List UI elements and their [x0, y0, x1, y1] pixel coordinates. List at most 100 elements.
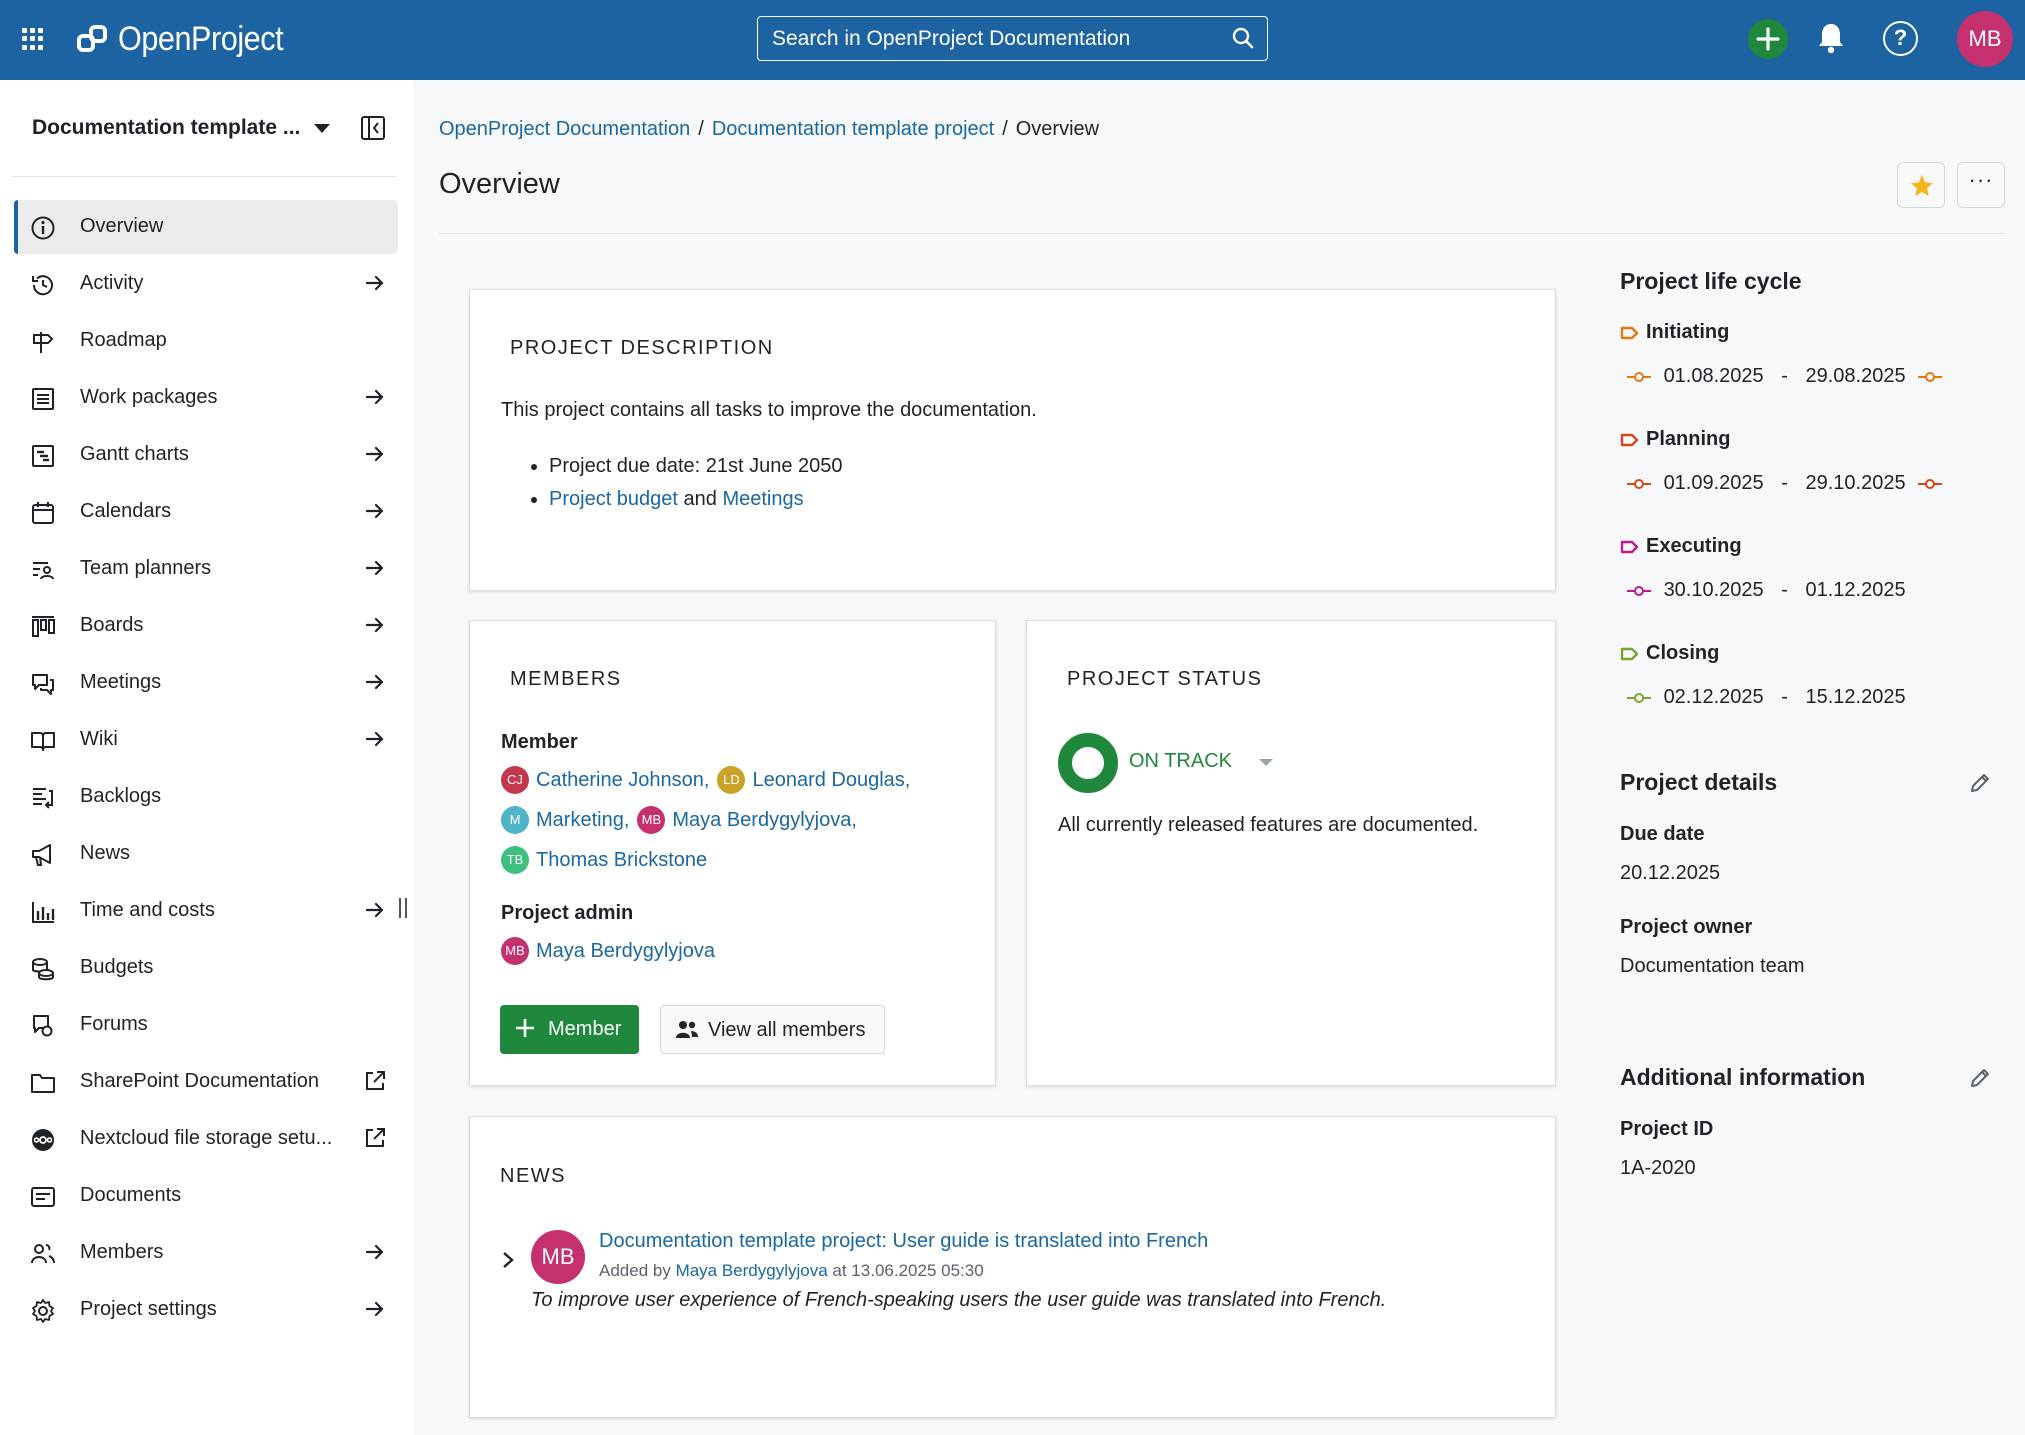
sidebar-item-news[interactable]: News: [14, 827, 398, 881]
favorite-button[interactable]: [1897, 162, 1945, 208]
logo-mark-icon: [77, 25, 107, 52]
phase-name: Planning: [1646, 428, 1731, 450]
sidebar-item-time-and-costs[interactable]: Time and costs: [14, 884, 398, 938]
news-widget: NEWS MB Documentation template project: …: [469, 1116, 1556, 1418]
sidebar-item-label: Wiki: [80, 728, 118, 750]
phase-end: 29.08.2025: [1805, 365, 1906, 387]
project-selector[interactable]: Documentation template ...: [32, 116, 300, 140]
lifecycle-phase: Initiating: [1620, 321, 1729, 344]
chevron-right-icon[interactable]: [500, 1251, 516, 1269]
search-input[interactable]: Search in OpenProject Documentation: [757, 16, 1268, 61]
arrow-right-icon[interactable]: [364, 1298, 386, 1320]
news-title-link[interactable]: Documentation template project: User gui…: [599, 1230, 1208, 1253]
sidebar-item-backlogs[interactable]: Backlogs: [14, 770, 398, 824]
sidebar-item-budgets[interactable]: Budgets: [14, 941, 398, 995]
news-summary: To improve user experience of French-spe…: [531, 1289, 1387, 1311]
sidebar-item-work-packages[interactable]: Work packages: [14, 371, 398, 425]
member-link[interactable]: Catherine Johnson: [536, 769, 704, 792]
sidebar-item-sharepoint[interactable]: SharePoint Documentation: [14, 1055, 398, 1109]
sidebar-item-team-planners[interactable]: Team planners: [14, 542, 398, 596]
sidebar-item-nextcloud[interactable]: Nextcloud file storage setu...: [14, 1112, 398, 1166]
sidebar-item-calendars[interactable]: Calendars: [14, 485, 398, 539]
sidebar-item-documents[interactable]: Documents: [14, 1169, 398, 1223]
status-indicator: [1058, 733, 1118, 793]
openproject-logo[interactable]: OpenProject: [76, 16, 302, 62]
team-planner-icon: [33, 562, 54, 580]
external-link-icon[interactable]: [364, 1127, 386, 1149]
arrow-right-icon[interactable]: [364, 386, 386, 408]
sidebar-item-label: Boards: [80, 614, 144, 636]
avatar: MB: [637, 806, 666, 834]
arrow-right-icon[interactable]: [364, 557, 386, 579]
status-select[interactable]: ON TRACK: [1129, 750, 1232, 773]
avatar: M: [501, 806, 529, 834]
news-headline[interactable]: User guide is translated into French: [893, 1230, 1209, 1252]
arrow-right-icon[interactable]: [364, 899, 386, 921]
arrow-right-icon[interactable]: [364, 614, 386, 636]
news-author-link[interactable]: Maya Berdygylyjova: [676, 1261, 828, 1280]
app-grid-icon[interactable]: [22, 28, 44, 50]
meetings-link[interactable]: Meetings: [722, 488, 803, 510]
user-avatar[interactable]: MB: [1957, 11, 2013, 67]
sidebar-item-label: Nextcloud file storage setu...: [80, 1127, 333, 1149]
project-budget-link[interactable]: Project budget: [549, 488, 678, 510]
sidebar-item-label: Calendars: [80, 500, 172, 522]
edit-additional-icon[interactable]: [1968, 1066, 1992, 1090]
arrow-right-icon[interactable]: [364, 500, 386, 522]
chevron-down-icon[interactable]: [1259, 759, 1273, 766]
member-link[interactable]: Maya Berdygylyjova: [672, 809, 851, 832]
phase-dates: 30.10.2025 - 01.12.2025: [1626, 579, 1906, 602]
sidebar-collapse-icon[interactable]: [360, 115, 386, 141]
avatar: CJ: [501, 766, 529, 794]
sidebar-item-activity[interactable]: Activity: [14, 257, 398, 311]
sidebar-item-roadmap[interactable]: Roadmap: [14, 314, 398, 368]
bell-icon[interactable]: [1816, 21, 1846, 55]
arrow-right-icon[interactable]: [364, 443, 386, 465]
breadcrumb-current: Overview: [1015, 118, 1100, 140]
chevron-down-icon[interactable]: [314, 124, 330, 133]
add-member-label: Member: [548, 1018, 622, 1040]
additional-info-heading: Additional information: [1620, 1064, 1866, 1090]
sidebar-resize-handle[interactable]: [399, 898, 407, 918]
project-id-value: 1A-2020: [1620, 1157, 1696, 1179]
sidebar-item-gantt-charts[interactable]: Gantt charts: [14, 428, 398, 482]
calendar-icon: [32, 502, 54, 524]
breadcrumb-link-project[interactable]: Documentation template project: [712, 118, 994, 140]
sidebar-item-forums[interactable]: Forums: [14, 998, 398, 1052]
member-link[interactable]: Thomas Brickstone: [536, 849, 707, 872]
arrow-right-icon[interactable]: [364, 1241, 386, 1263]
widget-title: MEMBERS: [510, 668, 622, 690]
gate-icon: [1918, 371, 1943, 382]
forum-icon: [33, 1015, 53, 1037]
sidebar-item-boards[interactable]: Boards: [14, 599, 398, 653]
member-list-row: TB Thomas Brickstone: [501, 846, 707, 874]
sidebar-item-wiki[interactable]: Wiki: [14, 713, 398, 767]
search-icon[interactable]: [1231, 26, 1255, 50]
create-button[interactable]: [1748, 19, 1788, 59]
more-actions-button[interactable]: ···: [1957, 162, 2005, 208]
lifecycle-phase: Closing: [1620, 642, 1719, 665]
arrow-right-icon[interactable]: [364, 728, 386, 750]
add-member-button[interactable]: Member: [500, 1005, 639, 1054]
breadcrumb-separator: /: [698, 118, 704, 140]
sidebar-item-overview[interactable]: Overview: [14, 200, 398, 254]
member-link[interactable]: Maya Berdygylyjova: [536, 940, 715, 963]
member-link[interactable]: Leonard Douglas: [752, 769, 904, 792]
help-icon[interactable]: ?: [1883, 21, 1918, 56]
lifecycle-heading: Project life cycle: [1620, 268, 1802, 294]
view-all-members-button[interactable]: View all members: [660, 1005, 885, 1054]
phase-name: Initiating: [1646, 321, 1730, 343]
member-link[interactable]: Marketing: [536, 809, 624, 832]
external-link-icon[interactable]: [364, 1070, 386, 1092]
sidebar-item-project-settings[interactable]: Project settings: [14, 1283, 398, 1337]
arrow-right-icon[interactable]: [364, 272, 386, 294]
phase-icon: [1620, 540, 1639, 553]
sidebar-item-members[interactable]: Members: [14, 1226, 398, 1280]
project-description-widget: PROJECT DESCRIPTION This project contain…: [469, 289, 1556, 591]
arrow-right-icon[interactable]: [364, 671, 386, 693]
edit-details-icon[interactable]: [1968, 771, 1992, 795]
breadcrumb-link-root[interactable]: OpenProject Documentation: [439, 118, 690, 140]
sidebar-item-meetings[interactable]: Meetings: [14, 656, 398, 710]
news-project-link[interactable]: Documentation template project: [599, 1230, 881, 1252]
gate-icon: [1627, 585, 1651, 596]
